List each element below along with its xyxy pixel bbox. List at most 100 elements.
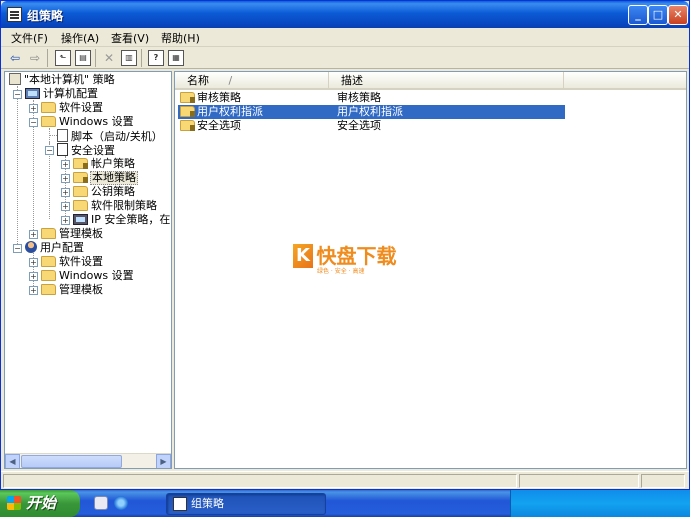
folder-icon (41, 102, 56, 113)
tree-item-windows-settings[interactable]: Windows 设置 (41, 115, 135, 129)
tree-horizontal-scrollbar[interactable]: ◀ ▶ (5, 453, 171, 468)
windows-flag-icon (7, 496, 21, 510)
expand-icon[interactable]: + (29, 258, 38, 267)
tree-item-software-settings[interactable]: 软件设置 (41, 101, 104, 115)
toolbar-separator (95, 49, 96, 67)
collapse-icon[interactable]: − (45, 146, 54, 155)
menu-action[interactable]: 操作(A) (61, 30, 99, 46)
policy-icon (9, 73, 21, 85)
watermark-logo: K 快盘下载 绿色 · 安全 · 高速 (293, 244, 397, 275)
ip-security-icon (73, 214, 88, 225)
tree-item-security-settings[interactable]: 安全设置 (57, 143, 116, 157)
list-row-user-rights[interactable]: 用户权利指派 用户权利指派 (178, 105, 565, 119)
window-title: 组策略 (27, 9, 64, 23)
tree-item-user-software-settings[interactable]: 软件设置 (41, 255, 104, 269)
forward-icon[interactable]: ⇨ (27, 50, 43, 66)
collapse-icon[interactable]: − (29, 118, 38, 127)
tree-item-local-policies[interactable]: 本地策略 (73, 171, 138, 185)
user-icon (25, 241, 37, 253)
tree-item-public-key-policies[interactable]: 公钥策略 (73, 185, 136, 199)
toolbar-separator (47, 49, 48, 67)
menu-bar: 文件(F) 操作(A) 查看(V) 帮助(H) (1, 28, 689, 47)
expand-icon[interactable]: + (29, 104, 38, 113)
folder-icon (41, 270, 56, 281)
sort-indicator-icon: / (228, 74, 233, 87)
watermark-text: 快盘下载 (316, 244, 397, 268)
close-button[interactable]: ✕ (668, 5, 688, 25)
folder-icon (41, 256, 56, 267)
status-bar (1, 471, 689, 489)
list-row-audit-policy[interactable]: 审核策略 审核策略 (178, 91, 565, 105)
tree-item-ip-security[interactable]: IP 安全策略，在 (73, 213, 171, 227)
internet-explorer-icon[interactable] (114, 496, 128, 510)
expand-icon[interactable]: + (61, 188, 70, 197)
collapse-icon[interactable]: − (13, 244, 22, 253)
group-policy-window: 组策略 _ □ ✕ 文件(F) 操作(A) 查看(V) 帮助(H) ⇦ ⇨ ⬑ … (0, 0, 690, 490)
status-cell (3, 474, 517, 488)
expand-icon[interactable]: + (61, 216, 70, 225)
show-desktop-icon[interactable] (94, 496, 108, 510)
watermark-tagline: 绿色 · 安全 · 高速 (317, 268, 365, 275)
menu-help[interactable]: 帮助(H) (161, 30, 200, 46)
up-folder-icon[interactable]: ⬑ (55, 50, 71, 66)
back-icon[interactable]: ⇦ (7, 50, 23, 66)
taskbar: 开始 组策略 (0, 490, 690, 517)
security-settings-icon (57, 143, 68, 156)
taskbar-button-group-policy[interactable]: 组策略 (166, 493, 326, 515)
locked-folder-icon (73, 158, 88, 169)
tree-line (33, 250, 34, 288)
locked-folder-icon (180, 106, 195, 117)
scrollbar-thumb[interactable] (21, 455, 122, 468)
tree-line (49, 135, 57, 136)
expand-icon[interactable]: + (61, 160, 70, 169)
tree-item-account-policies[interactable]: 帐户策略 (73, 157, 136, 171)
properties-icon[interactable]: ▥ (121, 50, 137, 66)
tree-item-scripts[interactable]: 脚本（启动/关机） (57, 129, 164, 143)
tree-item-user-admin-templates[interactable]: 管理模板 (41, 283, 104, 297)
column-header-filler (564, 72, 686, 90)
locked-folder-icon (180, 120, 195, 131)
expand-icon[interactable]: + (29, 272, 38, 281)
folder-icon (41, 228, 56, 239)
scroll-right-icon[interactable]: ▶ (156, 454, 171, 468)
tree-root[interactable]: "本地计算机" 策略 (9, 73, 116, 87)
toolbar-separator (141, 49, 142, 67)
folder-icon (73, 186, 88, 197)
expand-icon[interactable]: + (29, 286, 38, 295)
maximize-button[interactable]: □ (648, 5, 668, 25)
scroll-left-icon[interactable]: ◀ (5, 454, 20, 468)
locked-folder-icon (73, 172, 88, 183)
tree-item-admin-templates[interactable]: 管理模板 (41, 227, 104, 241)
menu-file[interactable]: 文件(F) (11, 30, 48, 46)
show-tree-icon[interactable]: ▤ (75, 50, 91, 66)
status-cell (641, 474, 685, 488)
minimize-button[interactable]: _ (628, 5, 648, 25)
expand-icon[interactable]: + (29, 230, 38, 239)
column-header-description[interactable]: 描述 (329, 72, 564, 90)
folder-icon (41, 116, 56, 127)
expand-icon[interactable]: + (61, 174, 70, 183)
delete-icon[interactable]: ✕ (101, 50, 117, 66)
list-row-security-options[interactable]: 安全选项 安全选项 (178, 119, 565, 133)
start-button[interactable]: 开始 (0, 490, 80, 517)
script-document-icon (57, 129, 68, 142)
toolbar: ⇦ ⇨ ⬑ ▤ ✕ ▥ ? ▦ (1, 47, 689, 69)
tree-item-user-windows-settings[interactable]: Windows 设置 (41, 269, 135, 283)
menu-view[interactable]: 查看(V) (111, 30, 149, 46)
console-tree[interactable]: "本地计算机" 策略 − 计算机配置 + 软件设置 − Windows 设置 脚… (4, 71, 172, 469)
collapse-icon[interactable]: − (13, 90, 22, 99)
details-list[interactable]: 名称 / 描述 审核策略 审核策略 用户权利指派 用户权利指派 安全选项 安全选… (174, 71, 687, 469)
tree-item-software-restriction[interactable]: 软件限制策略 (73, 199, 158, 213)
status-cell (519, 474, 639, 488)
column-header-name[interactable]: 名称 / (175, 72, 329, 90)
folder-icon (73, 200, 88, 211)
help-icon[interactable]: ? (148, 50, 164, 66)
tree-item-computer-config[interactable]: 计算机配置 (25, 87, 99, 101)
watermark-k-icon: K (293, 244, 313, 268)
view-icon[interactable]: ▦ (168, 50, 184, 66)
group-policy-app-icon (173, 497, 187, 511)
expand-icon[interactable]: + (61, 202, 70, 211)
title-bar[interactable]: 组策略 _ □ ✕ (1, 1, 689, 28)
locked-folder-icon (180, 92, 195, 103)
tree-item-user-config[interactable]: 用户配置 (25, 241, 85, 255)
